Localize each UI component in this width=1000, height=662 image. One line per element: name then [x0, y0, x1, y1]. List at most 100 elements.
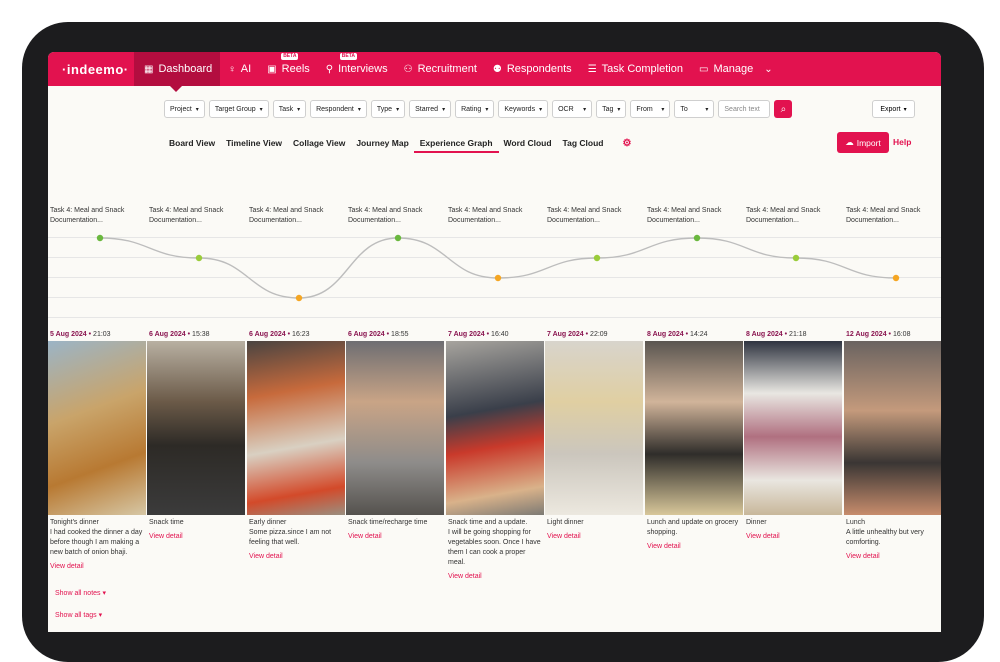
cloud-upload-icon: ☁ — [845, 137, 854, 147]
show-tags-label: Show all tags — [55, 612, 97, 619]
microphone-icon: ⚲ — [325, 63, 334, 75]
experience-point[interactable] — [195, 254, 203, 262]
search-button[interactable]: ⌕ — [774, 100, 793, 118]
filter-label: Project — [170, 105, 192, 113]
entry-caption: Early dinner Some pizza.since I am not fe… — [249, 518, 342, 562]
nav-respondents[interactable]: ⚉ Respondents — [485, 52, 580, 86]
entry-photo[interactable] — [48, 341, 146, 515]
entry-date: 7 Aug 2024 • 22:09 — [547, 331, 608, 338]
entry-caption: Tonight's dinner I had cooked the dinner … — [50, 518, 143, 572]
time-text: 16:23 — [292, 331, 310, 338]
chevron-down-icon: ▾ — [539, 106, 543, 113]
search-input[interactable]: Search text — [718, 100, 771, 118]
entry-photo[interactable] — [744, 341, 842, 515]
entry-date: 6 Aug 2024 • 16:23 — [249, 331, 310, 338]
nav-recruitment[interactable]: ⚇ Recruitment — [396, 52, 485, 86]
entry-photo[interactable] — [346, 341, 444, 515]
filter-target-group[interactable]: Target Group ▾ — [208, 100, 269, 118]
filter-task[interactable]: Task ▾ — [272, 100, 307, 118]
top-nav: ·indeemo· ▦ Dashboard ♀ AI BETA ▣ Reels … — [48, 52, 941, 92]
filter-respondent[interactable]: Respondent ▾ — [310, 100, 367, 118]
experience-point[interactable] — [295, 294, 303, 302]
chevron-down-icon: ▾ — [705, 106, 709, 113]
help-link[interactable]: Help — [893, 137, 911, 147]
view-detail-link[interactable]: View detail — [547, 532, 640, 542]
search-placeholder: Search text — [724, 105, 760, 113]
view-detail-link[interactable]: View detail — [448, 572, 541, 582]
view-detail-link[interactable]: View detail — [846, 552, 939, 562]
view-detail-link[interactable]: View detail — [249, 552, 342, 562]
view-detail-link[interactable]: View detail — [149, 532, 242, 542]
entry-photo[interactable] — [247, 341, 345, 515]
nav-interviews[interactable]: BETA ⚲ Interviews — [318, 52, 396, 86]
filter-type[interactable]: Type ▾ — [370, 100, 406, 118]
tab-word-cloud[interactable]: Word Cloud — [504, 138, 552, 153]
nav-manage[interactable]: ▭ Manage ⌄ — [691, 52, 781, 86]
export-button[interactable]: Export ▾ — [872, 100, 915, 118]
tab-collage-view[interactable]: Collage View — [293, 138, 345, 153]
show-all-tags-link[interactable]: Show all tags ▾ — [55, 611, 102, 619]
experience-point[interactable] — [792, 254, 800, 262]
nav-task-completion[interactable]: ☰ Task Completion — [580, 52, 691, 86]
date-text: 12 Aug 2024 — [846, 331, 887, 338]
tab-timeline-view[interactable]: Timeline View — [226, 138, 282, 153]
filter-from[interactable]: From ▾ — [630, 100, 671, 118]
show-all-notes-link[interactable]: Show all notes ▾ — [55, 589, 106, 597]
experience-point[interactable] — [494, 274, 502, 282]
filter-to[interactable]: To ▾ — [674, 100, 715, 118]
tab-tag-cloud[interactable]: Tag Cloud — [563, 138, 604, 153]
entry-photo[interactable] — [147, 341, 245, 515]
tab-experience-graph[interactable]: Experience Graph — [413, 138, 499, 153]
time-text: 18:55 — [391, 331, 409, 338]
tab-journey-map[interactable]: Journey Map — [356, 138, 408, 153]
chevron-down-icon: ▾ — [661, 106, 665, 113]
filter-rating[interactable]: Rating ▾ — [455, 100, 495, 118]
entry-date: 5 Aug 2024 • 21:03 — [50, 331, 111, 338]
task-label: Task 4: Meal and Snack Documentation... — [647, 207, 722, 224]
entry-date: 8 Aug 2024 • 14:24 — [647, 331, 708, 338]
filter-keywords[interactable]: Keywords ▾ — [498, 100, 549, 118]
filter-ocr[interactable]: OCR ▾ — [552, 100, 593, 118]
filter-starred[interactable]: Starred ▾ — [409, 100, 452, 118]
logo: ·indeemo· — [62, 61, 129, 77]
gear-icon[interactable]: ⚙ — [622, 138, 631, 153]
chevron-down-icon: ▾ — [357, 106, 361, 113]
view-detail-link[interactable]: View detail — [348, 532, 441, 542]
entry-date: 6 Aug 2024 • 15:38 — [149, 331, 210, 338]
entry-note: I will be going shopping for vegetables … — [448, 529, 541, 566]
filter-project[interactable]: Project ▾ — [164, 100, 205, 118]
time-text: 16:08 — [892, 331, 911, 338]
list-check-icon: ☰ — [587, 63, 597, 75]
view-detail-link[interactable]: View detail — [746, 532, 839, 542]
chevron-down-icon: ▾ — [485, 106, 489, 113]
experience-point[interactable] — [593, 254, 601, 262]
entry-caption: Snack time View detail — [149, 518, 242, 542]
task-label: Task 4: Meal and Snack Documentation... — [547, 207, 622, 224]
entry-photo[interactable] — [645, 341, 743, 515]
entry-note: Some pizza.since I am not feeling that w… — [249, 529, 332, 546]
nav-ai[interactable]: ♀ AI — [220, 52, 259, 86]
entry-title: Light dinner — [547, 519, 584, 526]
entry-photo[interactable] — [844, 341, 941, 515]
briefcase-icon: ▭ — [698, 63, 709, 75]
entry-photo[interactable] — [545, 341, 643, 515]
experience-point[interactable] — [693, 234, 701, 242]
nav-dashboard[interactable]: ▦ Dashboard — [134, 52, 221, 92]
filter-tag[interactable]: Tag ▾ — [596, 100, 627, 118]
entry-photo[interactable] — [446, 341, 544, 515]
nav-reels[interactable]: BETA ▣ Reels — [259, 52, 318, 86]
chevron-down-icon: ⌄ — [764, 63, 773, 75]
experience-point[interactable] — [96, 234, 104, 242]
view-detail-link[interactable]: View detail — [50, 562, 143, 572]
experience-point[interactable] — [892, 274, 900, 282]
chevron-down-icon: ▾ — [259, 106, 263, 113]
filter-label: Type — [376, 105, 393, 113]
person-add-icon: ⚇ — [403, 63, 413, 75]
filter-label: To — [680, 105, 688, 113]
chevron-down-icon: ▾ — [396, 106, 400, 113]
view-detail-link[interactable]: View detail — [647, 542, 740, 552]
import-button[interactable]: ☁ Import — [837, 132, 889, 153]
experience-point[interactable] — [394, 234, 402, 242]
tab-board-view[interactable]: Board View — [169, 138, 215, 153]
task-label: Task 4: Meal and Snack Documentation... — [846, 207, 921, 224]
